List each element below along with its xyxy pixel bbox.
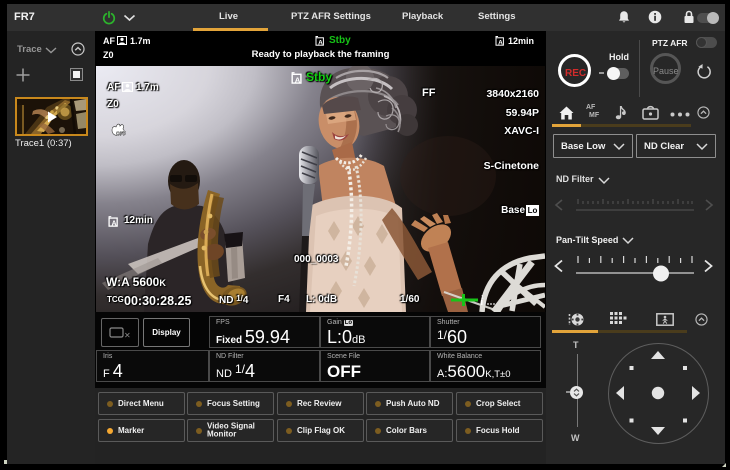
svg-text:✕: ✕ xyxy=(124,331,131,340)
svg-text:A: A xyxy=(318,39,323,46)
svg-text:A: A xyxy=(111,219,116,227)
svg-text:A: A xyxy=(498,39,503,46)
svg-text:OFF: OFF xyxy=(116,132,126,138)
svg-text:A: A xyxy=(295,75,301,84)
